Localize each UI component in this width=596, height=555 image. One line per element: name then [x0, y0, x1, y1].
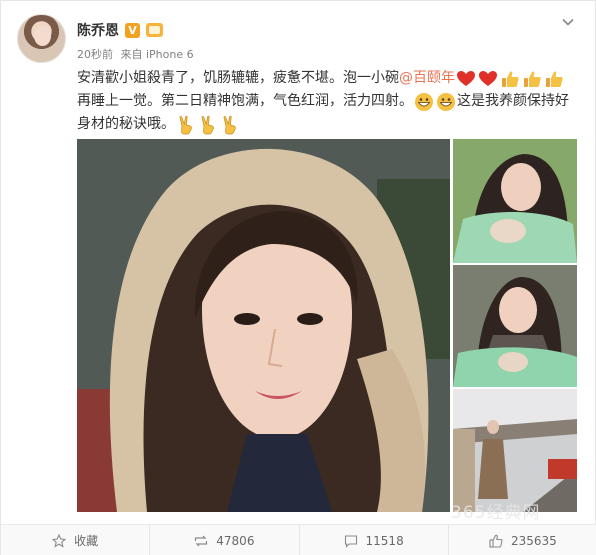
post-text-line-1: 安清歡小姐殺青了，饥肠辘辘，疲惫不堪。泡一小碗 @百颐年: [77, 67, 577, 90]
photo-illustration: [77, 139, 450, 512]
post-meta: 20秒前 来自 iPhone 6: [77, 46, 198, 62]
thumbs-up-icon: [489, 534, 503, 548]
favorite-label: 收藏: [74, 534, 99, 548]
photo-illustration: [453, 139, 577, 263]
thumbs-up-icon: [522, 69, 542, 89]
thumbs-up-icon: [500, 69, 520, 89]
verified-badge-icon[interactable]: V: [125, 22, 140, 38]
post-text-segment: 再睡上一觉。第二日精神饱满，气色红润，活力四射。: [77, 93, 413, 109]
mention-link[interactable]: @百颐年: [399, 67, 455, 90]
post-text-line-2: 再睡上一觉。第二日精神饱满，气色红润，活力四射。 这是我养颜保持好: [77, 90, 577, 113]
repost-icon: [195, 535, 208, 546]
repost-button[interactable]: 47806: [150, 525, 300, 555]
comment-button[interactable]: 11518: [300, 525, 449, 555]
post-photo-4[interactable]: [453, 389, 577, 512]
thumbs-up-icon: [544, 69, 564, 89]
chevron-down-icon[interactable]: [561, 15, 575, 29]
photo-illustration: [453, 265, 577, 387]
comment-count: 11518: [365, 533, 404, 548]
like-button[interactable]: 235635: [449, 525, 596, 555]
like-count: 235635: [510, 533, 557, 548]
post-text: 安清歡小姐殺青了，饥肠辘辘，疲惫不堪。泡一小碗 @百颐年 再睡上一觉。第二日精神…: [77, 67, 577, 136]
grin-icon: [414, 92, 434, 112]
action-bar: 收藏 47806 11518 235635: [1, 524, 596, 555]
comment-icon: [344, 534, 357, 548]
user-row: 陈乔恩 V: [77, 20, 163, 40]
post-time[interactable]: 20秒前: [77, 48, 113, 61]
victory-hand-icon: [176, 115, 196, 135]
favorite-button[interactable]: 收藏: [1, 525, 151, 555]
user-name[interactable]: 陈乔恩: [77, 20, 119, 40]
vip-icon[interactable]: [146, 23, 163, 37]
heart-icon: [478, 69, 498, 89]
weibo-post-card: 陈乔恩 V 20秒前 来自 iPhone 6 安清歡小姐殺青了，饥肠辘辘，疲惫不…: [0, 0, 596, 555]
post-text-line-3: 身材的秘诀哦。: [77, 113, 577, 136]
victory-hand-icon: [198, 115, 218, 135]
avatar[interactable]: [17, 14, 66, 63]
star-icon: [52, 533, 67, 548]
photo-illustration: [453, 389, 577, 512]
post-photo-2[interactable]: [453, 139, 577, 263]
post-photo-3[interactable]: [453, 265, 577, 387]
grin-icon: [436, 92, 456, 112]
post-text-segment: 身材的秘诀哦。: [77, 116, 175, 132]
post-source[interactable]: 来自 iPhone 6: [121, 48, 194, 61]
victory-hand-icon: [220, 115, 240, 135]
post-photo-main[interactable]: [77, 139, 450, 512]
avatar-face: [34, 26, 51, 46]
watermark: 365经典网: [451, 503, 541, 523]
heart-icon: [456, 69, 476, 89]
post-text-segment: 这是我养颜保持好: [457, 93, 569, 109]
post-text-segment: 安清歡小姐殺青了，饥肠辘辘，疲惫不堪。泡一小碗: [77, 70, 399, 86]
repost-count: 47806: [216, 533, 255, 548]
